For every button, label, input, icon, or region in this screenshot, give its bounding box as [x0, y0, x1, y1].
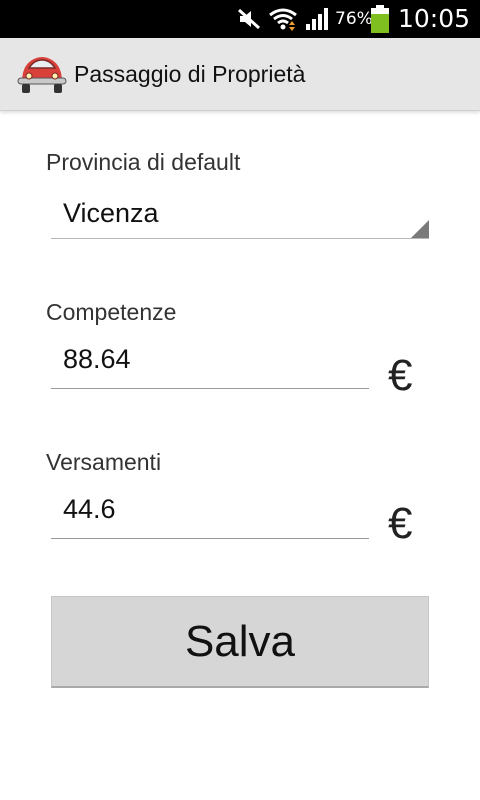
versamenti-currency: €	[388, 499, 413, 548]
competenze-field[interactable]: 88.64	[51, 340, 369, 389]
competenze-currency: €	[388, 351, 413, 400]
save-button[interactable]: Salva	[51, 596, 429, 688]
versamenti-field[interactable]: 44.6	[51, 490, 369, 539]
provincia-spinner[interactable]: Vicenza	[51, 190, 429, 239]
status-bar: 76% 10:05	[0, 0, 480, 38]
battery-icon	[370, 0, 390, 38]
provincia-value: Vicenza	[63, 198, 159, 228]
dropdown-arrow-icon	[411, 220, 429, 238]
wifi-icon	[268, 0, 298, 38]
mute-icon	[236, 0, 262, 38]
action-bar: Passaggio di Proprietà	[0, 38, 480, 111]
app-title: Passaggio di Proprietà	[74, 61, 306, 87]
signal-icon	[304, 0, 332, 38]
battery-percent: 76%	[335, 9, 373, 29]
clock: 10:05	[398, 4, 471, 33]
provincia-label: Provincia di default	[46, 149, 241, 175]
competenze-value: 88.64	[63, 344, 131, 374]
car-icon[interactable]	[16, 52, 68, 100]
versamenti-value: 44.6	[63, 494, 116, 524]
versamenti-label: Versamenti	[46, 449, 162, 475]
competenze-label: Competenze	[46, 299, 177, 325]
